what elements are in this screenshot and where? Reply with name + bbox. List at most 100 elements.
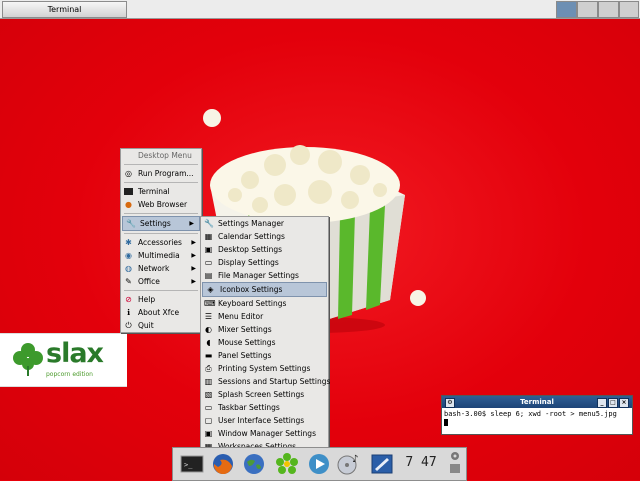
workspace-2-button[interactable] [577,1,598,18]
minimize-icon[interactable]: _ [597,398,607,408]
submenu-item-sessions-startup-settings[interactable]: ▥ Sessions and Startup Settings [201,375,331,388]
network-icon: ◍ [125,264,132,273]
desktop-icon: ▣ [204,245,213,254]
logo-subtitle: popcorn edition [46,371,93,378]
submenu-item-mixer-settings[interactable]: ◐ Mixer Settings [201,323,328,336]
menu-item-help[interactable]: ⊘ Help [121,293,201,306]
menu-item-web-browser[interactable]: ● Web Browser [121,198,201,211]
mouse-icon: ◖ [206,338,211,347]
splash-icon: ▧ [204,390,213,399]
multimedia-icon: ◉ [125,251,132,260]
media-player-launcher-icon[interactable] [306,452,332,476]
file-manager-icon: ▤ [204,271,213,280]
logo-word: slax [46,338,104,369]
printer-icon: ⎙ [205,364,212,373]
submenu-arrow-icon: ▶ [191,239,196,246]
editor-launcher-icon[interactable] [369,452,395,476]
window-menu-icon[interactable]: ⚙ [445,398,455,408]
taskbar-icon: ▭ [204,403,213,412]
submenu-item-file-manager-settings[interactable]: ▤ File Manager Settings [201,269,328,282]
submenu-item-display-settings[interactable]: ▭ Display Settings [201,256,328,269]
menu-item-about-xfce[interactable]: ℹ About Xfce [121,306,201,319]
menu-separator [124,290,198,291]
info-icon: ℹ [126,308,131,317]
settings-submenu: 🔧 Settings Manager ▦ Calendar Settings ▣ De… [200,216,331,454]
menu-item-multimedia[interactable]: ◉ Multimedia ▶ [121,249,201,262]
submenu-arrow-icon: ▶ [189,220,194,227]
browser-icon: ● [125,200,132,209]
terminal-title: Terminal [520,398,554,406]
menu-item-terminal[interactable]: Terminal [121,185,201,198]
audio-player-launcher-icon[interactable]: ♪ [336,452,362,476]
terminal-window[interactable]: ⚙ Terminal _ □ × bash-3.00$ sleep 6; xwd… [441,395,633,435]
sessions-icon: ▥ [204,377,213,386]
display-icon: ▭ [204,258,213,267]
slax-logo: slax popcorn edition [0,333,127,387]
firefox-launcher-icon[interactable] [210,452,236,476]
submenu-item-window-manager-settings[interactable]: ▣ Window Manager Settings [201,427,328,440]
menu-item-quit[interactable]: ⏻ Quit [121,319,201,332]
menu-item-network[interactable]: ◍ Network ▶ [121,262,201,275]
terminal-command-line: bash-3.00$ sleep 6; xwd -root > menu5.jp… [444,410,617,418]
close-icon[interactable]: × [619,398,629,408]
workspace-3-button[interactable] [598,1,619,18]
submenu-arrow-icon: ▶ [191,278,196,285]
globe-launcher-icon[interactable] [241,452,267,476]
terminal-cursor [444,418,448,426]
menu-item-run-program[interactable]: ◎ Run Program... [121,167,201,180]
submenu-item-menu-editor[interactable]: ☰ Menu Editor [201,310,328,323]
svg-text:>_: >_ [184,461,193,469]
workspace-4-button[interactable] [619,1,639,18]
menu-separator [124,233,198,234]
terminal-icon [124,188,133,195]
run-icon: ◎ [125,169,132,178]
desktop-menu: Desktop Menu ◎ Run Program... Terminal ● W… [120,148,202,333]
submenu-item-settings-manager[interactable]: 🔧 Settings Manager [201,217,328,230]
maximize-icon[interactable]: □ [608,398,618,408]
terminal-launcher-icon[interactable]: >_ [179,452,205,476]
panel-clock: 7 47 [405,455,437,470]
calendar-icon: ▦ [204,232,213,241]
submenu-item-panel-settings[interactable]: ▬ Panel Settings [201,349,328,362]
terminal-output[interactable]: bash-3.00$ sleep 6; xwd -root > menu5.jp… [442,408,632,428]
top-taskbar: Terminal [0,0,640,19]
panel-icon: ▬ [204,351,213,360]
mixer-icon: ◐ [205,325,212,334]
accessories-icon: ✱ [125,238,132,247]
submenu-item-desktop-settings[interactable]: ▣ Desktop Settings [201,243,328,256]
submenu-item-keyboard-settings[interactable]: ⌨ Keyboard Settings [201,297,328,310]
menu-separator [124,164,198,165]
quit-icon: ⏻ [125,321,132,330]
help-icon: ⊘ [125,295,132,304]
workspace-1-button[interactable] [556,1,577,18]
user-interface-icon: ▢ [204,416,213,425]
iconbox-icon: ◈ [207,285,214,294]
submenu-item-iconbox-settings[interactable]: ◈ Iconbox Settings [202,282,327,297]
keyboard-icon: ⌨ [204,299,216,308]
icq-flower-launcher-icon[interactable] [274,452,300,476]
menu-item-settings[interactable]: 🔧 Settings ▶ [122,216,200,231]
menu-separator [124,182,198,183]
clover-icon [13,343,43,376]
wrench-icon: 🔧 [204,219,214,228]
menu-separator [124,213,198,214]
menu-editor-icon: ☰ [204,312,213,321]
submenu-item-taskbar-settings[interactable]: ▭ Taskbar Settings [201,401,328,414]
office-icon: ✎ [125,277,132,286]
taskbar-window-button[interactable]: Terminal [2,1,127,18]
submenu-arrow-icon: ▶ [191,252,196,259]
menu-header: Desktop Menu [121,149,201,162]
submenu-item-mouse-settings[interactable]: ◖ Mouse Settings [201,336,328,349]
submenu-item-calendar-settings[interactable]: ▦ Calendar Settings [201,230,328,243]
submenu-item-splash-screen-settings[interactable]: ▧ Splash Screen Settings [201,388,328,401]
submenu-arrow-icon: ▶ [191,265,196,272]
terminal-titlebar[interactable]: ⚙ Terminal _ □ × [442,396,632,408]
submenu-item-user-interface-settings[interactable]: ▢ User Interface Settings [201,414,328,427]
panel-settings-icon[interactable] [449,450,461,476]
wrench-icon: 🔧 [126,219,136,228]
menu-item-office[interactable]: ✎ Office ▶ [121,275,201,288]
menu-header-icon [124,151,133,160]
menu-item-accessories[interactable]: ✱ Accessories ▶ [121,236,201,249]
svg-text:♪: ♪ [352,454,358,465]
submenu-item-printing-system-settings[interactable]: ⎙ Printing System Settings [201,362,328,375]
